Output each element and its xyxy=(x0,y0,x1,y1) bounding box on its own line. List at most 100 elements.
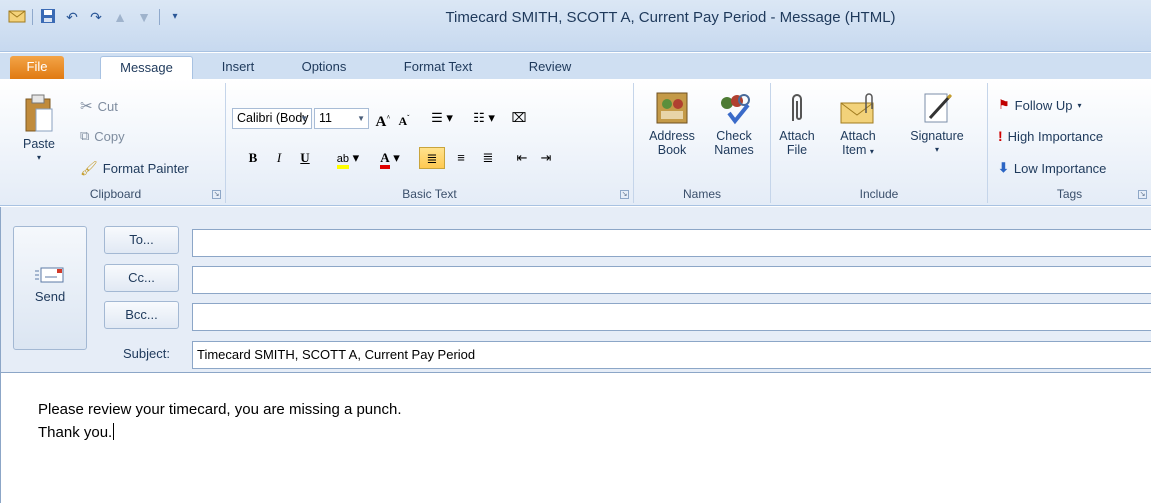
address-book-button[interactable]: Address Book xyxy=(642,91,702,157)
tab-options[interactable]: Options xyxy=(291,56,357,79)
decrease-indent-icon[interactable]: ⇤ xyxy=(512,147,532,169)
cc-button[interactable]: Cc... xyxy=(104,264,179,292)
paste-label: Paste xyxy=(23,137,55,151)
increase-indent-icon[interactable]: ⇥ xyxy=(536,147,556,169)
attach-item-label-2: Item xyxy=(842,143,867,157)
attach-file-label-1: Attach xyxy=(779,129,815,143)
group-tags: ⚑ Follow Up ▾ ! High Importance ⬇ Low Im… xyxy=(988,83,1151,203)
basic-text-launcher-icon[interactable]: ↘ xyxy=(620,190,629,199)
cut-button[interactable]: ✂ Cut xyxy=(80,97,118,115)
send-icon xyxy=(35,267,64,283)
format-painter-button[interactable]: 🖌 Format Painter xyxy=(80,160,189,177)
align-right-icon[interactable]: ≣ xyxy=(476,147,500,169)
check-names-button[interactable]: Check Names xyxy=(706,91,762,157)
text-cursor xyxy=(113,423,115,440)
group-label-tags: Tags xyxy=(1056,187,1083,201)
bcc-field[interactable] xyxy=(192,303,1151,331)
ribbon-tabs: File Message Insert Options Format Text … xyxy=(0,53,1151,79)
low-importance-label: Low Importance xyxy=(1013,160,1107,176)
copy-label: Copy xyxy=(94,128,125,144)
paste-dropdown-icon[interactable]: ▾ xyxy=(16,151,62,165)
underline-icon[interactable]: U xyxy=(296,147,314,169)
tab-message[interactable]: Message xyxy=(100,56,193,79)
body-line-1: Please review your timecard, you are mis… xyxy=(38,401,402,418)
clear-formatting-icon[interactable]: ⌧ xyxy=(508,107,530,129)
to-button[interactable]: To... xyxy=(104,226,179,254)
attach-item-button[interactable]: Attach Item ▾ xyxy=(823,91,893,159)
format-painter-label: Format Painter xyxy=(102,161,189,176)
exclamation-icon: ! xyxy=(998,128,1003,144)
envelope-attach-icon xyxy=(840,93,874,124)
message-body[interactable]: Please review your timecard, you are mis… xyxy=(0,372,1151,503)
follow-up-button[interactable]: ⚑ Follow Up ▾ xyxy=(998,97,1081,113)
down-arrow-icon: ⬇ xyxy=(998,160,1009,175)
group-label-basic-text: Basic Text xyxy=(402,187,457,201)
high-importance-button[interactable]: ! High Importance xyxy=(998,128,1103,144)
bold-icon[interactable]: B xyxy=(244,147,262,169)
paperclip-icon xyxy=(792,94,802,121)
send-label: Send xyxy=(34,289,66,304)
attach-file-label-2: File xyxy=(786,143,808,157)
font-name-value: Calibri (Body xyxy=(237,111,309,125)
window-title: Timecard SMITH, SCOTT A, Current Pay Per… xyxy=(445,9,896,26)
follow-up-label: Follow Up xyxy=(1014,97,1073,113)
clipboard-launcher-icon[interactable]: ↘ xyxy=(212,190,221,199)
cc-field[interactable] xyxy=(192,266,1151,294)
copy-button[interactable]: ⧉ Copy xyxy=(80,128,125,144)
bcc-button[interactable]: Bcc... xyxy=(104,301,179,329)
scissors-icon: ✂ xyxy=(80,98,93,115)
address-book-label-1: Address xyxy=(649,129,695,143)
grow-font-icon[interactable]: A^ xyxy=(375,107,391,130)
chevron-down-icon: ▾ xyxy=(869,147,874,156)
font-color-icon[interactable]: A ▾ xyxy=(372,147,408,169)
check-names-icon xyxy=(721,94,750,125)
font-size-select[interactable]: 11 ▼ xyxy=(314,108,369,129)
group-label-include: Include xyxy=(859,187,899,201)
title-bar: ↶ ↷ ▲ ▼ ▾ Timecard SMITH, SCOTT A, Curre… xyxy=(0,0,1151,52)
address-book-icon xyxy=(656,92,688,124)
chevron-down-icon: ▼ xyxy=(357,114,365,123)
align-center-icon[interactable]: ≡ xyxy=(449,147,473,169)
align-left-icon[interactable]: ≣ xyxy=(419,147,445,169)
bullets-icon[interactable]: ☰ ▾ xyxy=(424,107,460,129)
send-button[interactable]: Send xyxy=(13,226,87,350)
font-name-select[interactable]: Calibri (Body ▼ xyxy=(232,108,312,129)
paste-icon xyxy=(25,94,53,132)
cut-label: Cut xyxy=(97,98,118,114)
font-size-value: 11 xyxy=(319,111,332,125)
low-importance-button[interactable]: ⬇ Low Importance xyxy=(998,160,1106,176)
body-line-2-text: Thank you. xyxy=(38,424,113,441)
signature-button[interactable]: Signature ▾ xyxy=(899,91,975,157)
chevron-down-icon: ▾ xyxy=(934,145,939,154)
group-label-names: Names xyxy=(682,187,721,201)
group-basic-text: Calibri (Body ▼ 11 ▼ A^ Aˇ ☰ ▾ ☷ ▾ ⌧ B I… xyxy=(226,83,634,203)
ribbon: Paste ▾ ✂ Cut ⧉ Copy 🖌 Format Painter Cl… xyxy=(0,79,1151,206)
group-clipboard: Paste ▾ ✂ Cut ⧉ Copy 🖌 Format Painter Cl… xyxy=(6,83,226,203)
italic-icon[interactable]: I xyxy=(270,147,288,169)
to-field[interactable] xyxy=(192,229,1151,257)
tab-file[interactable]: File xyxy=(10,56,64,79)
signature-icon xyxy=(924,93,953,123)
group-names: Address Book Check Names Names xyxy=(634,83,771,203)
numbering-icon[interactable]: ☷ ▾ xyxy=(466,107,502,129)
tab-format-text[interactable]: Format Text xyxy=(388,56,488,79)
high-importance-label: High Importance xyxy=(1007,128,1104,144)
chevron-down-icon: ▼ xyxy=(300,114,308,123)
attach-file-button[interactable]: Attach File xyxy=(775,91,819,157)
highlight-icon[interactable]: ab ▾ xyxy=(330,147,366,169)
message-header: Send To... Cc... Bcc... Subject: Timecar… xyxy=(0,207,1151,372)
paste-button[interactable]: Paste ▾ xyxy=(16,93,62,165)
flag-icon: ⚑ xyxy=(998,97,1010,112)
body-line-2: Thank you. xyxy=(38,423,115,441)
chevron-down-icon: ▾ xyxy=(1077,100,1082,110)
copy-icon: ⧉ xyxy=(80,128,90,143)
shrink-font-icon[interactable]: Aˇ xyxy=(396,107,412,129)
signature-label: Signature xyxy=(910,129,964,143)
tab-insert[interactable]: Insert xyxy=(208,56,268,79)
group-include: Attach File Attach Item ▾ Signature ▾ In… xyxy=(771,83,988,203)
subject-field[interactable]: Timecard SMITH, SCOTT A, Current Pay Per… xyxy=(192,341,1151,369)
tags-launcher-icon[interactable]: ↘ xyxy=(1138,190,1147,199)
tab-review[interactable]: Review xyxy=(513,56,587,79)
check-names-label-1: Check xyxy=(716,129,752,143)
format-painter-icon: 🖌 xyxy=(80,160,98,176)
